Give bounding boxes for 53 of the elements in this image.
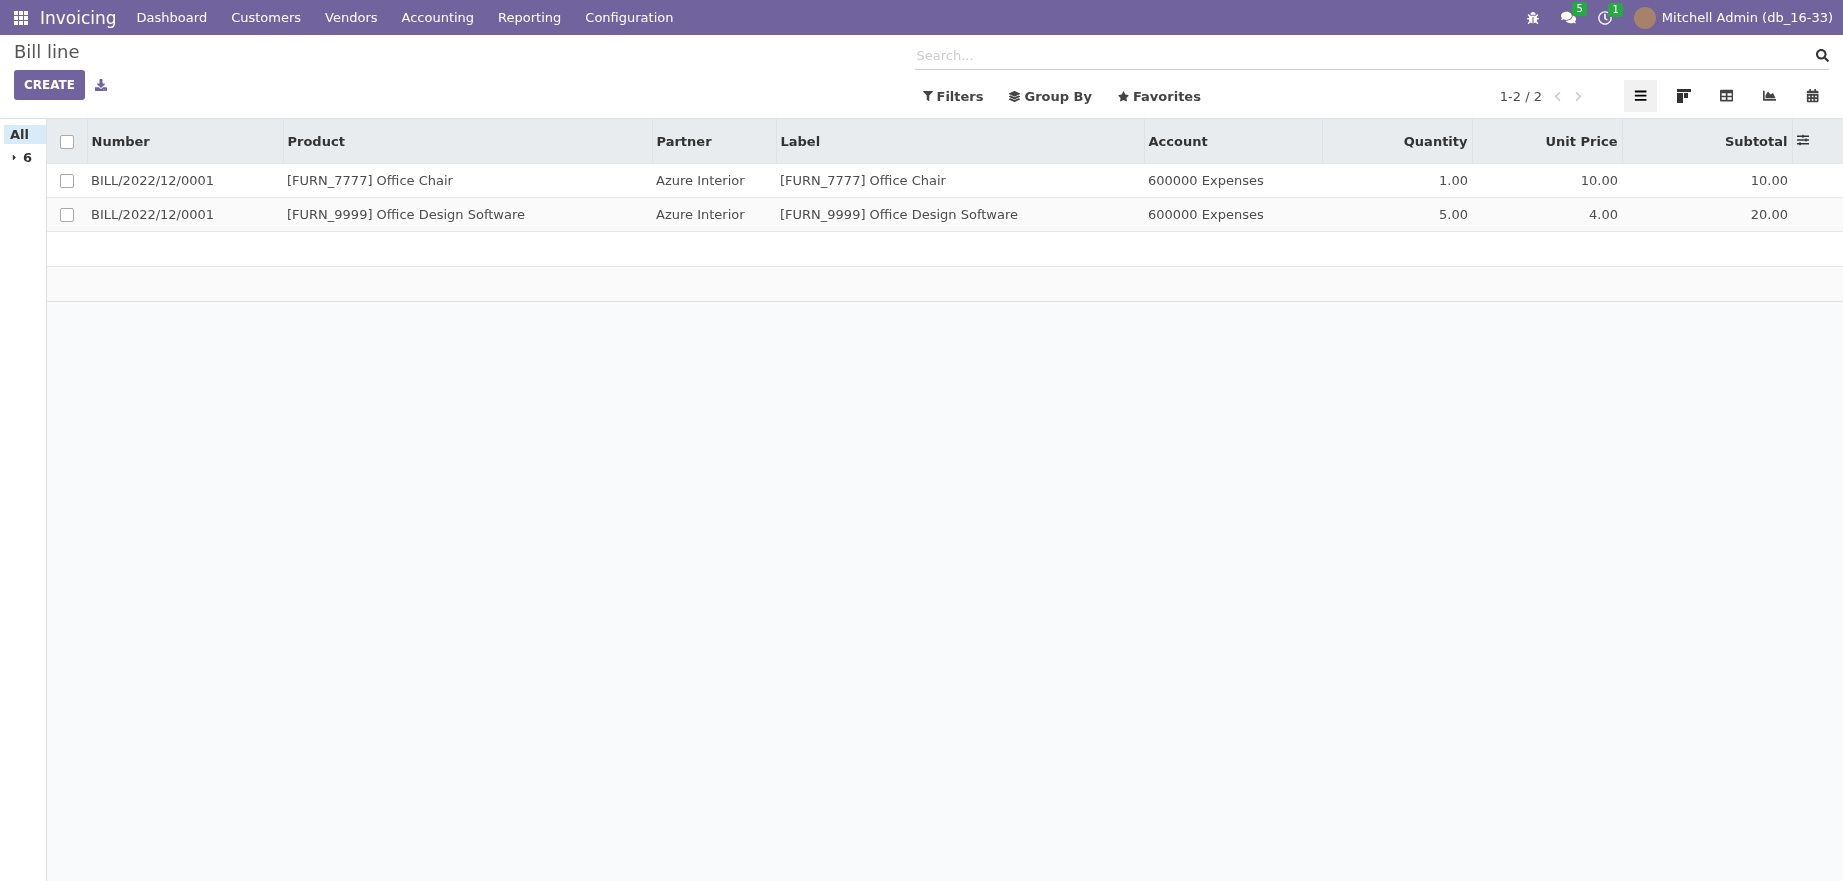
select-all-checkbox[interactable] <box>59 134 74 149</box>
list-icon <box>1633 89 1648 103</box>
row-checkbox[interactable] <box>60 174 74 189</box>
table-cell: 1.00 <box>1322 163 1472 198</box>
menu-item[interactable]: Customers <box>231 10 302 25</box>
column-header[interactable]: Subtotal <box>1622 119 1792 164</box>
chat-icon[interactable] <box>1560 10 1576 25</box>
filter-icon <box>922 91 933 101</box>
table-cell: BILL/2022/12/0001 <box>87 163 283 198</box>
menu-item[interactable]: Reporting <box>498 10 562 25</box>
column-header[interactable]: Unit Price <box>1472 119 1622 164</box>
menu-item[interactable]: Vendors <box>325 10 378 25</box>
notification-badge: 1 <box>1608 2 1623 17</box>
app-name[interactable]: Invoicing <box>40 7 117 28</box>
column-header[interactable]: Label <box>776 119 1144 164</box>
search-icon[interactable] <box>1816 48 1829 62</box>
menu-item[interactable]: Accounting <box>401 10 475 25</box>
user-name[interactable]: Mitchell Admin (db_16-33) <box>1661 10 1833 25</box>
clock-icon[interactable] <box>1597 10 1612 25</box>
column-header[interactable]: Quantity <box>1322 119 1472 164</box>
search-option-button[interactable]: Filters <box>914 84 992 108</box>
column-header[interactable]: Partner <box>652 119 776 164</box>
settings-icon[interactable] <box>1796 133 1809 146</box>
column-header[interactable]: Number <box>87 119 283 164</box>
apps-grid-icon[interactable] <box>14 10 28 25</box>
search-option-button[interactable]: Favorites <box>1109 84 1209 108</box>
column-header[interactable]: Product <box>283 119 652 164</box>
create-button[interactable]: CREATE <box>14 70 85 100</box>
menu-item[interactable]: Configuration <box>585 10 674 25</box>
view-switch-button[interactable] <box>1624 80 1657 112</box>
sidebar-item[interactable]: All <box>4 125 46 144</box>
table-cell: 10.00 <box>1472 163 1622 198</box>
pager-value[interactable]: 1-2 / 2 <box>1499 88 1542 104</box>
row-checkbox[interactable] <box>60 208 74 223</box>
menu-item[interactable]: Dashboard <box>136 10 208 25</box>
sidebar-item[interactable]: 6 <box>4 148 46 167</box>
kanban-icon <box>1676 89 1691 103</box>
bug-icon[interactable] <box>1526 11 1539 24</box>
notification-badge: 5 <box>1572 2 1587 16</box>
download-icon[interactable] <box>95 79 107 91</box>
table-cell: [FURN_7777] Office Chair <box>776 163 1144 198</box>
calendar-icon <box>1805 89 1820 103</box>
table-cell: 10.00 <box>1622 163 1792 198</box>
table-icon <box>1719 89 1734 103</box>
area-chart-icon <box>1762 89 1777 103</box>
table-cell: Azure Interior <box>652 163 776 198</box>
table-cell: [FURN_7777] Office Chair <box>283 163 652 198</box>
layers-icon <box>1009 90 1021 102</box>
table-cell: 600000 Expenses <box>1144 163 1322 198</box>
column-header[interactable]: Account <box>1144 119 1322 164</box>
star-icon <box>1117 90 1129 102</box>
search-option-button[interactable]: Group By <box>1001 84 1100 108</box>
caret-icon <box>10 153 19 162</box>
